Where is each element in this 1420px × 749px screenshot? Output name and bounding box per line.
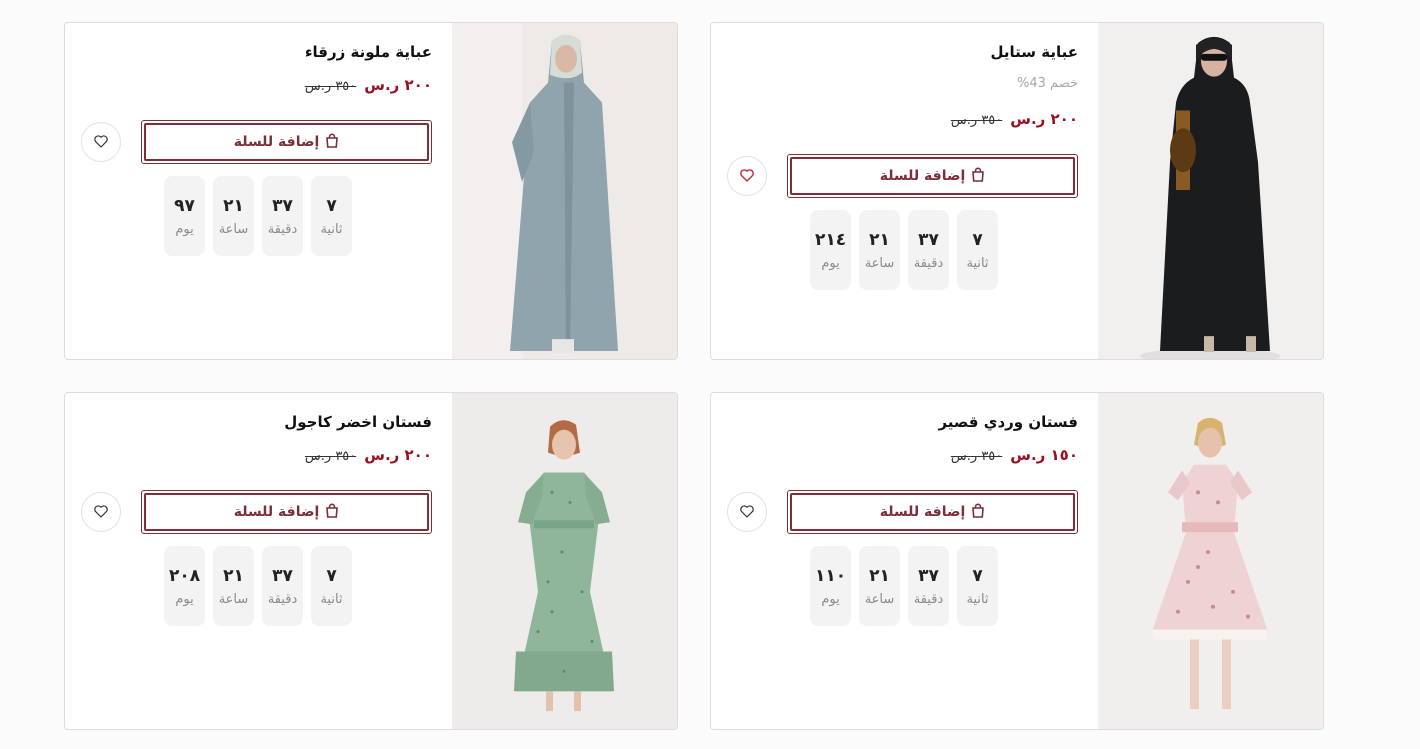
current-price: ٢٠٠ ر.س xyxy=(364,446,432,464)
product-image[interactable] xyxy=(452,393,677,729)
product-info: فستان اخضر كاجول ٢٠٠ ر.س ٣٥٠ ر.س إضافة ل… xyxy=(81,393,432,729)
current-price: ٢٠٠ ر.س xyxy=(1010,110,1078,128)
product-info: عباية ملونة زرقاء ٢٠٠ ر.س ٣٥٠ ر.س إضافة … xyxy=(81,23,432,359)
product-info: عباية ستايل خصم 43% ٢٠٠ ر.س ٣٥٠ ر.س إضاف… xyxy=(727,23,1078,359)
add-to-cart-button[interactable]: إضافة للسلة xyxy=(141,490,432,534)
current-price: ٢٠٠ ر.س xyxy=(364,76,432,94)
timer-minutes: ٣٧ دقيقة xyxy=(908,210,949,290)
product-image[interactable] xyxy=(452,23,677,359)
timer-hours: ٢١ ساعة xyxy=(213,176,254,256)
price: ٢٠٠ ر.س ٣٥٠ ر.س xyxy=(305,76,432,94)
product-image[interactable] xyxy=(1098,393,1323,729)
product-card[interactable]: فستان اخضر كاجول ٢٠٠ ر.س ٣٥٠ ر.س إضافة ل… xyxy=(64,392,678,730)
add-to-cart-label: إضافة للسلة xyxy=(879,504,966,520)
countdown-timer: ٧ ثانية ٣٧ دقيقة ٢١ ساعة ٢١٤ يوم xyxy=(810,210,998,290)
add-to-cart-label: إضافة للسلة xyxy=(233,134,320,150)
price: ٢٠٠ ر.س ٣٥٠ ر.س xyxy=(951,110,1078,128)
old-price: ٣٥٠ ر.س xyxy=(304,449,357,464)
old-price: ٣٥٠ ر.س xyxy=(950,449,1003,464)
add-to-cart-button[interactable]: إضافة للسلة xyxy=(787,154,1078,198)
timer-hours: ٢١ ساعة xyxy=(859,546,900,626)
timer-seconds: ٧ ثانية xyxy=(957,546,998,626)
add-to-cart-button[interactable]: إضافة للسلة xyxy=(787,490,1078,534)
shopping-bag-icon xyxy=(971,167,985,186)
timer-days: ١١٠ يوم xyxy=(810,546,851,626)
timer-days: ٢٠٨ يوم xyxy=(164,546,205,626)
wishlist-button[interactable] xyxy=(81,492,121,532)
timer-minutes: ٣٧ دقيقة xyxy=(908,546,949,626)
product-image[interactable] xyxy=(1098,23,1323,359)
timer-seconds: ٧ ثانية xyxy=(957,210,998,290)
wishlist-button[interactable] xyxy=(727,492,767,532)
countdown-timer: ٧ ثانية ٣٧ دقيقة ٢١ ساعة ٢٠٨ يوم xyxy=(164,546,352,626)
add-to-cart-label: إضافة للسلة xyxy=(233,504,320,520)
timer-days: ٩٧ يوم xyxy=(164,176,205,256)
timer-minutes: ٣٧ دقيقة xyxy=(262,176,303,256)
product-card[interactable]: فستان وردي قصير ١٥٠ ر.س ٣٥٠ ر.س إضافة لل… xyxy=(710,392,1324,730)
shopping-bag-icon xyxy=(971,503,985,522)
price: ١٥٠ ر.س ٣٥٠ ر.س xyxy=(951,446,1078,464)
heart-icon xyxy=(94,503,108,522)
old-price: ٣٥٠ ر.س xyxy=(304,79,357,94)
countdown-timer: ٧ ثانية ٣٧ دقيقة ٢١ ساعة ١١٠ يوم xyxy=(810,546,998,626)
product-card[interactable]: عباية ستايل خصم 43% ٢٠٠ ر.س ٣٥٠ ر.س إضاف… xyxy=(710,22,1324,360)
timer-minutes: ٣٧ دقيقة xyxy=(262,546,303,626)
product-title[interactable]: فستان وردي قصير xyxy=(938,413,1078,431)
shopping-bag-icon xyxy=(325,133,339,152)
product-title[interactable]: فستان اخضر كاجول xyxy=(284,413,432,431)
old-price: ٣٥٠ ر.س xyxy=(950,113,1003,128)
product-card[interactable]: عباية ملونة زرقاء ٢٠٠ ر.س ٣٥٠ ر.س إضافة … xyxy=(64,22,678,360)
timer-hours: ٢١ ساعة xyxy=(213,546,254,626)
heart-icon xyxy=(740,167,754,186)
wishlist-button[interactable] xyxy=(727,156,767,196)
heart-icon xyxy=(740,503,754,522)
price: ٢٠٠ ر.س ٣٥٠ ر.س xyxy=(305,446,432,464)
countdown-timer: ٧ ثانية ٣٧ دقيقة ٢١ ساعة ٩٧ يوم xyxy=(164,176,352,256)
current-price: ١٥٠ ر.س xyxy=(1010,446,1078,464)
wishlist-button[interactable] xyxy=(81,122,121,162)
product-grid: عباية ستايل خصم 43% ٢٠٠ ر.س ٣٥٠ ر.س إضاف… xyxy=(64,22,1324,730)
product-title[interactable]: عباية ستايل xyxy=(991,43,1078,61)
timer-days: ٢١٤ يوم xyxy=(810,210,851,290)
timer-hours: ٢١ ساعة xyxy=(859,210,900,290)
timer-seconds: ٧ ثانية xyxy=(311,176,352,256)
shopping-bag-icon xyxy=(325,503,339,522)
product-title[interactable]: عباية ملونة زرقاء xyxy=(305,43,432,61)
add-to-cart-button[interactable]: إضافة للسلة xyxy=(141,120,432,164)
add-to-cart-label: إضافة للسلة xyxy=(879,168,966,184)
timer-seconds: ٧ ثانية xyxy=(311,546,352,626)
product-info: فستان وردي قصير ١٥٠ ر.س ٣٥٠ ر.س إضافة لل… xyxy=(727,393,1078,729)
discount-label: خصم 43% xyxy=(1017,76,1078,91)
heart-icon xyxy=(94,133,108,152)
